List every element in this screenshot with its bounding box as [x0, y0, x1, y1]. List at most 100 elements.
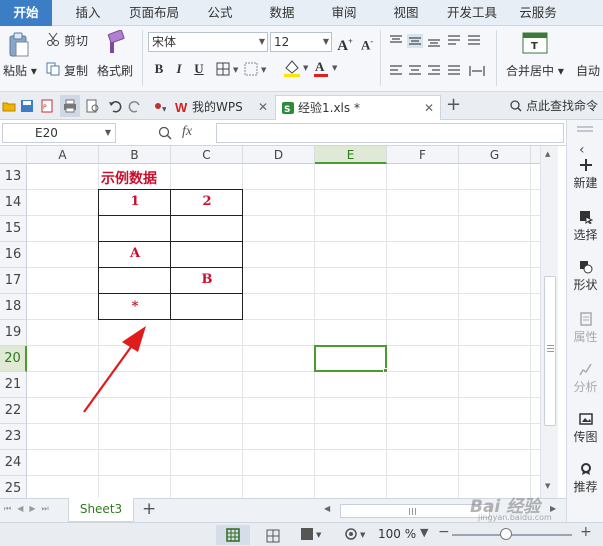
page-break-view-button[interactable]: ▼	[300, 527, 326, 544]
increase-font-button[interactable]: A+	[336, 33, 354, 54]
column-header-d[interactable]: D	[243, 146, 315, 164]
sheet-nav-arrows-icon[interactable]: ⏮◀▶⏭	[4, 504, 55, 514]
zoom-dropdown-icon[interactable]: ▼	[420, 526, 428, 539]
paste-icon[interactable]	[8, 32, 30, 58]
zoom-level[interactable]: 100 %	[378, 527, 416, 541]
copy-icon[interactable]	[46, 62, 60, 76]
font-name-select[interactable]: 宋体 ▼	[148, 32, 268, 52]
select-all-corner[interactable]	[0, 146, 27, 164]
font-color-icon[interactable]: A ▼	[312, 58, 340, 78]
horizontal-scroll-thumb[interactable]	[340, 504, 490, 518]
side-recommend-button[interactable]: 推荐	[567, 462, 603, 495]
row-header-14[interactable]: 14	[0, 190, 27, 216]
side-new-button[interactable]: 新建	[567, 158, 603, 191]
italic-button[interactable]: I	[170, 60, 188, 78]
side-shapes-button[interactable]: 形状	[567, 260, 603, 293]
row-header-17[interactable]: 17	[0, 268, 27, 294]
column-header-c[interactable]: C	[171, 146, 243, 164]
vertical-scroll-thumb[interactable]	[544, 276, 556, 426]
close-tab-icon[interactable]: ✕	[424, 96, 434, 120]
new-tab-button[interactable]: +	[446, 94, 461, 115]
cell-b16[interactable]: A	[99, 246, 171, 261]
normal-view-button[interactable]	[216, 525, 250, 545]
side-upload-image-button[interactable]: 传图	[567, 412, 603, 445]
add-sheet-button[interactable]: +	[142, 499, 156, 519]
name-box[interactable]: E20 ▼	[2, 123, 116, 143]
scissors-icon[interactable]	[46, 32, 60, 46]
underline-button[interactable]: U	[190, 60, 208, 78]
menu-tab-home[interactable]: 开始	[0, 0, 52, 26]
decrease-font-button[interactable]: A-	[358, 33, 376, 52]
scroll-down-arrow-icon[interactable]: ▼	[545, 482, 550, 490]
cut-button[interactable]: 剪切	[64, 32, 88, 49]
zoom-out-button[interactable]: −	[438, 524, 450, 540]
zoom-search-icon[interactable]	[158, 126, 172, 140]
selected-cell-e20[interactable]	[314, 345, 387, 372]
export-pdf-icon[interactable]: P	[40, 99, 54, 113]
column-header-e[interactable]: E	[315, 146, 387, 164]
side-select-button[interactable]: 选择	[567, 210, 603, 243]
cell-b14[interactable]: 1	[99, 194, 171, 209]
row-header-24[interactable]: 24	[0, 450, 27, 476]
paste-button[interactable]: 粘贴 ▾	[3, 62, 37, 79]
format-painter-button[interactable]: 格式刷	[97, 62, 133, 79]
spreadsheet-grid[interactable]: A B C D E F G 13 14 15 16 17 18 19 20 21…	[0, 146, 558, 498]
print-button[interactable]	[60, 95, 80, 117]
menu-tab-review[interactable]: 审阅	[320, 0, 368, 26]
menu-tab-page-layout[interactable]: 页面布局	[122, 0, 186, 26]
side-properties-button[interactable]: 属性	[567, 312, 603, 345]
cell-c17[interactable]: B	[171, 272, 243, 287]
bold-button[interactable]: B	[150, 60, 168, 78]
row-header-22[interactable]: 22	[0, 398, 27, 424]
merge-cells-icon[interactable]: ▼	[244, 62, 270, 76]
cell-b18[interactable]: *	[99, 299, 171, 314]
hscroll-left-icon[interactable]: ◀	[324, 504, 330, 513]
open-folder-icon[interactable]	[2, 99, 16, 113]
undo-icon[interactable]	[108, 99, 122, 113]
page-layout-icon[interactable]	[266, 529, 280, 543]
cell-b13[interactable]: 示例数据	[101, 168, 157, 188]
doc-tab-my-wps[interactable]: W 我的WPS ✕	[170, 95, 274, 120]
font-size-select[interactable]: 12 ▼	[270, 32, 332, 52]
vertical-scrollbar[interactable]: ▲ ▼	[540, 146, 558, 498]
insert-function-button[interactable]: fx	[182, 124, 192, 140]
row-header-20[interactable]: 20	[0, 346, 27, 372]
close-tab-icon[interactable]: ✕	[258, 95, 268, 119]
cell-c14[interactable]: 2	[171, 194, 243, 209]
zoom-in-button[interactable]: +	[580, 524, 592, 540]
row-header-15[interactable]: 15	[0, 216, 27, 242]
side-analysis-button[interactable]: 分析	[567, 362, 603, 395]
vertical-align-icons[interactable]	[388, 34, 484, 48]
format-painter-icon[interactable]	[104, 30, 126, 54]
merge-center-icon[interactable]: T	[522, 32, 548, 54]
horizontal-align-icons[interactable]	[388, 64, 488, 78]
reading-mode-button[interactable]: ▼	[344, 527, 370, 544]
print-preview-icon[interactable]	[86, 99, 100, 113]
row-header-19[interactable]: 19	[0, 320, 27, 346]
menu-tab-data[interactable]: 数据	[258, 0, 306, 26]
menu-tab-view[interactable]: 视图	[382, 0, 430, 26]
column-header-b[interactable]: B	[99, 146, 171, 164]
menu-tab-developer[interactable]: 开发工具	[440, 0, 504, 26]
menu-tab-cloud[interactable]: 云服务	[512, 0, 564, 26]
fill-handle[interactable]	[383, 368, 388, 373]
menu-tab-formulas[interactable]: 公式	[196, 0, 244, 26]
scroll-up-arrow-icon[interactable]: ▲	[545, 150, 550, 158]
row-header-16[interactable]: 16	[0, 242, 27, 268]
command-search[interactable]: 点此查找命令	[500, 94, 603, 118]
menu-tab-insert[interactable]: 插入	[64, 0, 112, 26]
row-header-23[interactable]: 23	[0, 424, 27, 450]
auto-wrap-button[interactable]: 自动	[576, 62, 600, 79]
zoom-slider[interactable]	[452, 534, 572, 536]
column-header-f[interactable]: F	[387, 146, 459, 164]
row-header-18[interactable]: 18	[0, 294, 27, 320]
merge-center-button[interactable]: 合并居中 ▾	[506, 62, 564, 79]
hscroll-right-icon[interactable]: ▶	[550, 504, 556, 513]
fill-color-icon[interactable]: ▼	[282, 58, 310, 78]
zoom-slider-knob[interactable]	[500, 528, 512, 540]
collapse-panel-icon[interactable]: ‹	[579, 142, 585, 158]
customize-toolbar-icon[interactable]: ▼	[152, 99, 166, 113]
redo-icon[interactable]	[128, 99, 142, 113]
column-header-g[interactable]: G	[459, 146, 531, 164]
copy-button[interactable]: 复制	[64, 62, 88, 79]
